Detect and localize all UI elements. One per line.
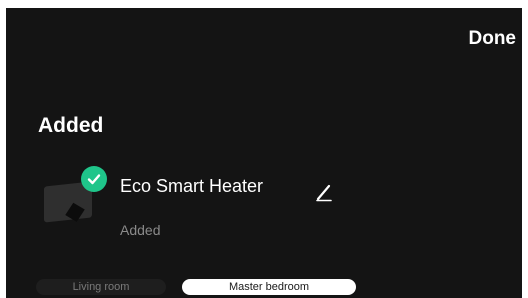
edit-icon[interactable] [314, 182, 334, 202]
room-tab-living-room[interactable]: Living room [36, 279, 166, 295]
checkmark-glyph [87, 174, 101, 185]
device-stand [65, 202, 85, 222]
room-tab-master-bedroom[interactable]: Master bedroom [182, 279, 356, 295]
device-status: Added [120, 222, 161, 238]
check-icon [81, 166, 107, 192]
device-name: Eco Smart Heater [120, 176, 264, 196]
done-button[interactable]: Done [469, 28, 517, 50]
device-added-screen: Done Added Eco Smart Heater Added Living… [6, 8, 522, 298]
section-title: Added [38, 114, 104, 137]
